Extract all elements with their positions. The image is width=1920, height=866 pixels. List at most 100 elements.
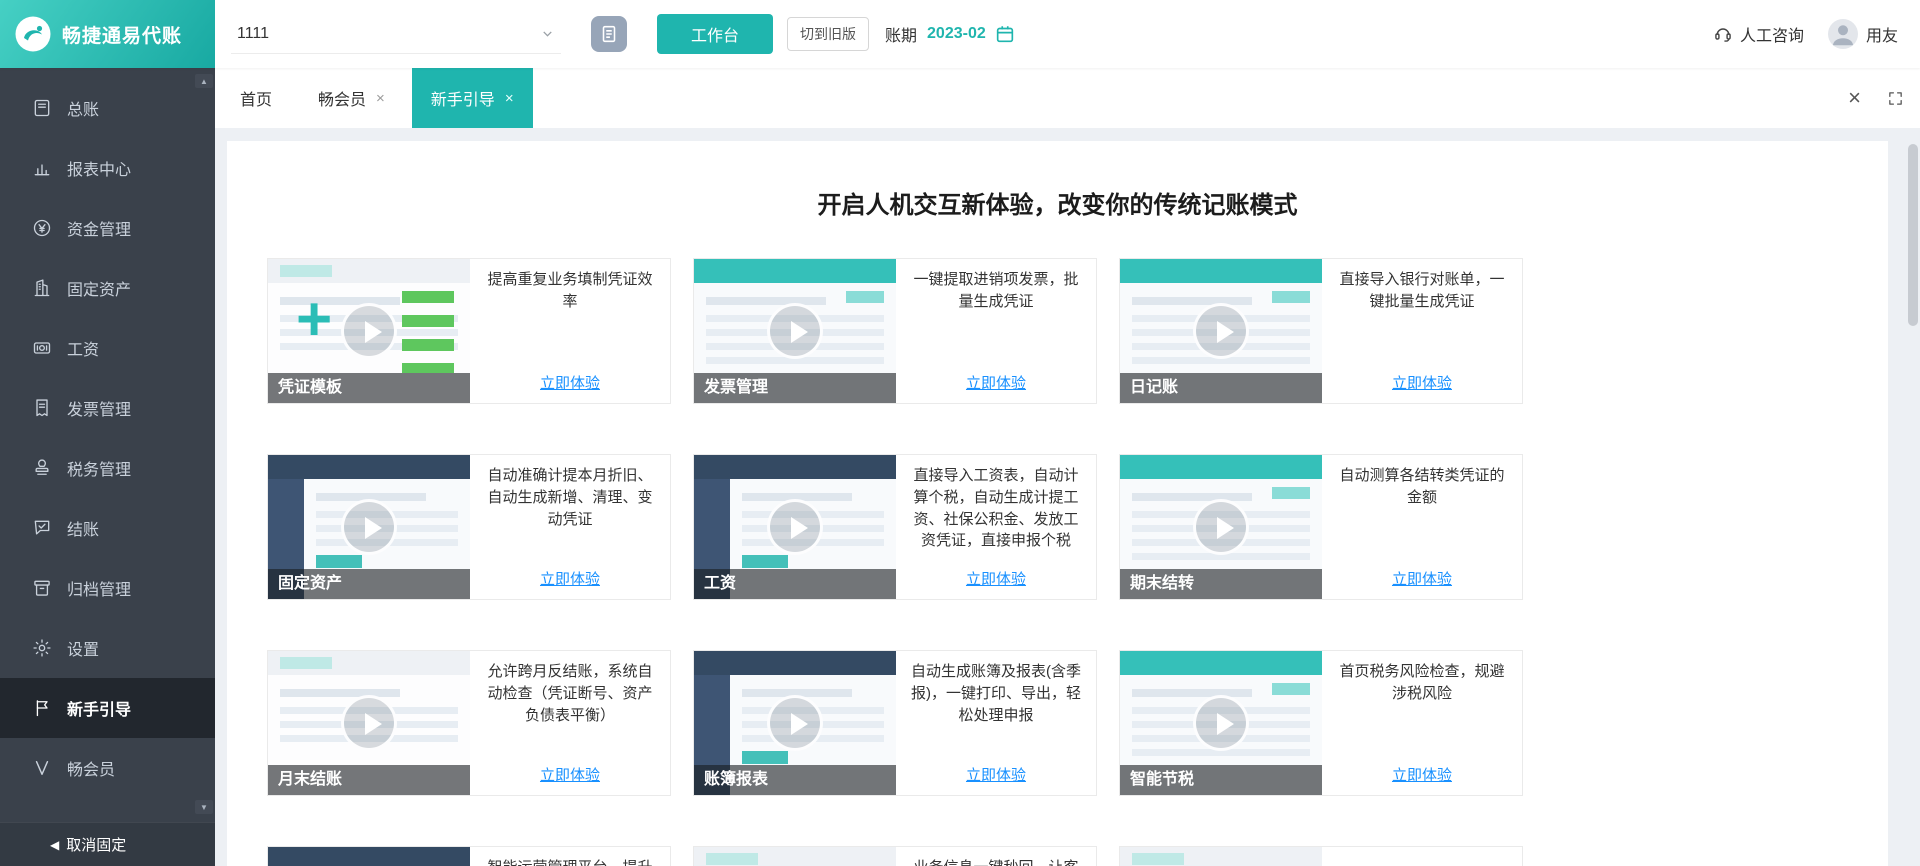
card-body: 提高重复业务填制凭证效率 立即体验 xyxy=(470,259,670,403)
video-thumbnail[interactable]: 凭证模板 xyxy=(268,259,470,403)
sidebar-item-settings[interactable]: 设置 xyxy=(0,618,215,678)
play-icon[interactable] xyxy=(1193,499,1249,555)
sidebar-item-label: 发票管理 xyxy=(67,402,132,419)
play-icon[interactable] xyxy=(1193,303,1249,359)
switch-old-version-button[interactable]: 切到旧版 xyxy=(787,17,869,51)
clipboard-icon xyxy=(598,23,620,45)
video-thumbnail[interactable]: 工资 xyxy=(694,455,896,599)
period-value[interactable]: 2023-02 xyxy=(927,25,986,43)
support-link[interactable]: 人工咨询 xyxy=(1713,22,1804,46)
video-thumbnail[interactable]: 固定资产 xyxy=(268,455,470,599)
card-body xyxy=(1322,847,1522,866)
close-icon[interactable]: × xyxy=(1848,87,1861,109)
headset-icon xyxy=(1713,24,1733,44)
experience-link[interactable]: 立即体验 xyxy=(540,764,600,785)
sidebar-item-label: 设置 xyxy=(67,642,100,659)
ledger-icon xyxy=(32,98,52,118)
vertical-scrollbar[interactable] xyxy=(1908,128,1918,866)
calendar-icon[interactable] xyxy=(994,23,1016,45)
sidebar-scroll-down-icon[interactable]: ▼ xyxy=(195,800,213,814)
unpin-label: 取消固定 xyxy=(66,837,127,854)
experience-link[interactable]: 立即体验 xyxy=(966,568,1026,589)
tab-label: 畅会员 xyxy=(318,92,367,109)
tab-close-icon[interactable]: × xyxy=(376,90,385,107)
play-icon[interactable] xyxy=(767,695,823,751)
sidebar-item-tax-management[interactable]: 税务管理 xyxy=(0,438,215,498)
feature-card: 账簿报表 自动生成账簿及报表(含季报)，一键打印、导出，轻松处理申报 立即体验 xyxy=(693,650,1097,796)
tab-close-icon[interactable]: × xyxy=(505,90,514,107)
experience-link[interactable]: 立即体验 xyxy=(540,568,600,589)
sidebar-item-general-ledger[interactable]: 总账 xyxy=(0,78,215,138)
tab-beginner-guide[interactable]: 新手引导 × xyxy=(411,68,533,128)
card-body: 直接导入银行对账单，一键批量生成凭证 立即体验 xyxy=(1322,259,1522,403)
feature-card xyxy=(1119,846,1523,866)
feature-card-grid: 凭证模板 提高重复业务填制凭证效率 立即体验 发票管理 一键提取进销项发票，批量… xyxy=(267,258,1888,866)
thumbnail-title: 凭证模板 xyxy=(268,373,470,403)
play-icon[interactable] xyxy=(767,303,823,359)
sidebar-item-label: 固定资产 xyxy=(67,282,132,299)
play-icon[interactable] xyxy=(767,499,823,555)
account-select[interactable]: 1111 xyxy=(231,14,561,54)
sidebar-item-fixed-assets[interactable]: 固定资产 xyxy=(0,258,215,318)
video-thumbnail[interactable]: 期末结转 xyxy=(1120,455,1322,599)
feature-card: 智能节税 首页税务风险检查，规避涉税风险 立即体验 xyxy=(1119,650,1523,796)
video-thumbnail[interactable]: 账簿报表 xyxy=(694,651,896,795)
brand-name: 畅捷通易代账 xyxy=(62,25,183,47)
video-thumbnail[interactable] xyxy=(1120,847,1322,866)
invoice-icon xyxy=(32,398,52,418)
play-icon[interactable] xyxy=(341,499,397,555)
sidebar-item-archive-management[interactable]: 归档管理 xyxy=(0,558,215,618)
video-thumbnail[interactable]: 月末结账 xyxy=(268,651,470,795)
card-description: 提高重复业务填制凭证效率 xyxy=(487,271,653,310)
experience-link[interactable]: 立即体验 xyxy=(1392,372,1452,393)
experience-link[interactable]: 立即体验 xyxy=(540,372,600,393)
experience-link[interactable]: 立即体验 xyxy=(1392,568,1452,589)
sidebar-item-label: 总账 xyxy=(67,102,100,119)
video-thumbnail[interactable] xyxy=(268,847,470,866)
sidebar-item-label: 新手引导 xyxy=(67,702,132,719)
play-icon[interactable] xyxy=(341,303,397,359)
unpin-sidebar-button[interactable]: ◀ 取消固定 xyxy=(0,822,215,866)
thumbnail-preview xyxy=(694,847,896,866)
play-icon[interactable] xyxy=(341,695,397,751)
tab-actions: × xyxy=(1848,68,1920,128)
scrollbar-thumb[interactable] xyxy=(1908,144,1918,326)
sidebar-item-report-center[interactable]: 报表中心 xyxy=(0,138,215,198)
sidebar-item-label: 税务管理 xyxy=(67,462,132,479)
clipboard-icon-button[interactable] xyxy=(591,16,627,52)
card-description: 首页税务风险检查，规避涉税风险 xyxy=(1339,663,1505,702)
payroll-icon xyxy=(32,338,52,358)
experience-link[interactable]: 立即体验 xyxy=(1392,764,1452,785)
workbench-button[interactable]: 工作台 xyxy=(657,14,773,54)
thumbnail-title: 月末结账 xyxy=(268,765,470,795)
play-icon[interactable] xyxy=(1193,695,1249,751)
sidebar: ▲ 总账 报表中心 资金管理 固定资产 工资 发票管理 税务管理 结账 归档管理… xyxy=(0,68,215,866)
top-right-group: 人工咨询 用友 xyxy=(1713,19,1898,49)
period-label: 账期 xyxy=(885,28,918,45)
card-body: 智能运营管理平台，提升 xyxy=(470,847,670,866)
card-description: 自动准确计提本月折旧、自动生成新增、清理、变动凭证 xyxy=(487,467,653,528)
card-body: 一键提取进销项发票，批量生成凭证 立即体验 xyxy=(896,259,1096,403)
video-thumbnail[interactable]: 智能节税 xyxy=(1120,651,1322,795)
tab-member[interactable]: 畅会员 × xyxy=(299,68,404,128)
sidebar-item-closing[interactable]: 结账 xyxy=(0,498,215,558)
card-description: 业务信息一键秒回，让客 xyxy=(913,847,1078,866)
video-thumbnail[interactable] xyxy=(694,847,896,866)
experience-link[interactable]: 立即体验 xyxy=(966,372,1026,393)
user-menu[interactable]: 用友 xyxy=(1827,19,1898,49)
card-description: 自动生成账簿及报表(含季报)，一键打印、导出，轻松处理申报 xyxy=(911,663,1081,724)
sidebar-item-invoice-management[interactable]: 发票管理 xyxy=(0,378,215,438)
video-thumbnail[interactable]: 发票管理 xyxy=(694,259,896,403)
sidebar-item-funds-management[interactable]: 资金管理 xyxy=(0,198,215,258)
sidebar-item-member[interactable]: 畅会员 xyxy=(0,738,215,798)
user-avatar-icon xyxy=(1827,19,1858,49)
card-body: 自动准确计提本月折旧、自动生成新增、清理、变动凭证 立即体验 xyxy=(470,455,670,599)
sidebar-scroll-up-icon[interactable]: ▲ xyxy=(195,74,213,88)
sidebar-item-beginner-guide[interactable]: 新手引导 xyxy=(0,678,215,738)
sidebar-item-payroll[interactable]: 工资 xyxy=(0,318,215,378)
fullscreen-icon[interactable] xyxy=(1887,90,1904,107)
video-thumbnail[interactable]: 日记账 xyxy=(1120,259,1322,403)
feature-card: 日记账 直接导入银行对账单，一键批量生成凭证 立即体验 xyxy=(1119,258,1523,404)
tab-home[interactable]: 首页 xyxy=(221,68,291,128)
experience-link[interactable]: 立即体验 xyxy=(966,764,1026,785)
